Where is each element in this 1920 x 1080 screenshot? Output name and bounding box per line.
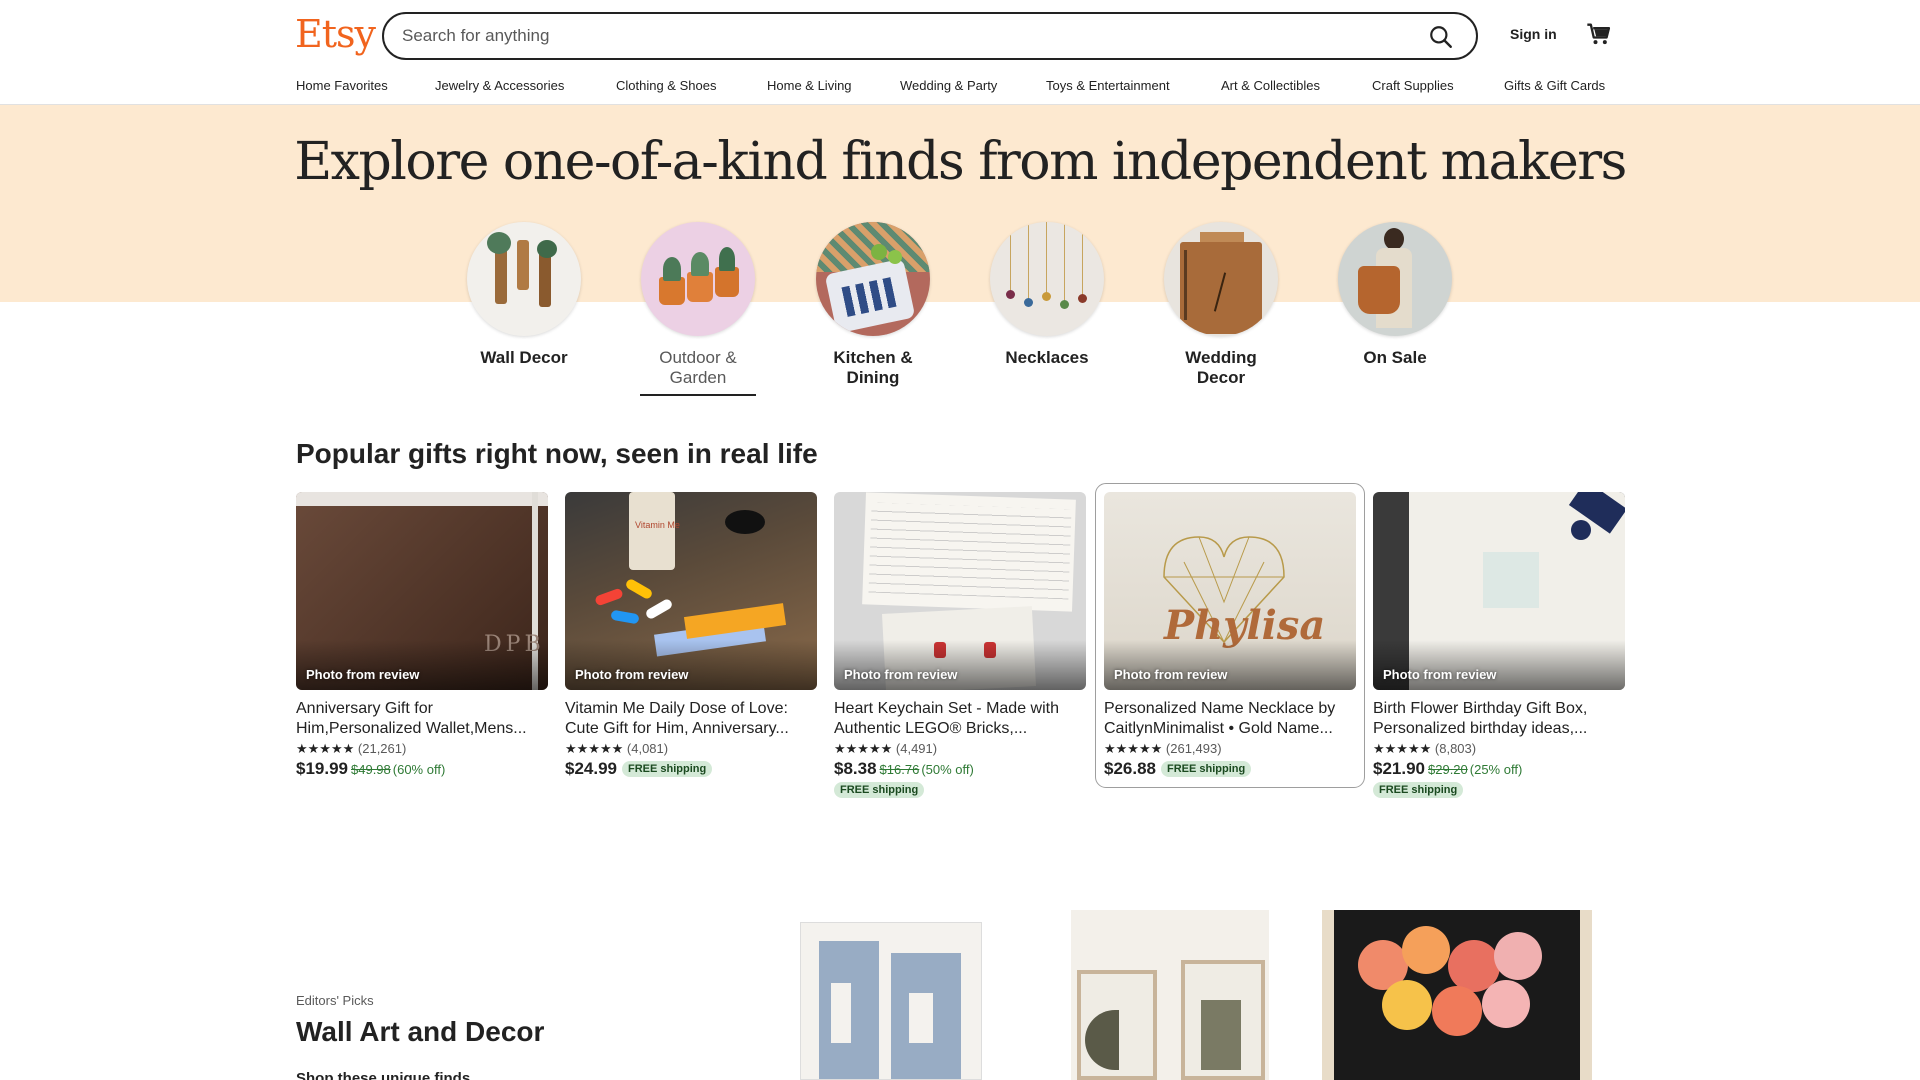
photo-badge: Photo from review: [1114, 667, 1228, 682]
category-outdoor-garden[interactable]: Outdoor & Garden: [640, 222, 756, 396]
review-count: (261,493): [1165, 741, 1222, 756]
original-price: $29.20: [1428, 762, 1468, 777]
photo-badge: Photo from review: [575, 667, 689, 682]
photo-badge: Photo from review: [306, 667, 420, 682]
category-label: Wall Decor: [480, 348, 568, 367]
active-underline: [640, 394, 756, 396]
category-label: Outdoor & Garden: [659, 348, 737, 387]
review-count: (4,081): [626, 741, 669, 756]
category-label: Wedding Decor: [1185, 348, 1257, 387]
nav-wedding-party[interactable]: Wedding & Party: [900, 78, 997, 93]
price-row: $8.38 $16.76 (50% off): [834, 759, 1086, 779]
editors-picks-label: Editors' Picks: [296, 993, 374, 1008]
review-count: (21,261): [357, 741, 407, 756]
nav-art-collectibles[interactable]: Art & Collectibles: [1221, 78, 1320, 93]
star-rating-icon: ★★★★★: [565, 741, 624, 756]
search-bar[interactable]: [382, 12, 1478, 60]
product-image[interactable]: Vitamin Me Photo from review: [565, 492, 817, 690]
product-card[interactable]: Vitamin Me Photo from review Vitamin Me …: [565, 492, 817, 779]
discount: (60% off): [392, 762, 446, 777]
product-card[interactable]: Photo from review Heart Keychain Set - M…: [834, 492, 1086, 798]
product-rating: ★★★★★ (4,491): [834, 741, 1086, 757]
product-rating: ★★★★★ (4,081): [565, 741, 817, 757]
site-header: Etsy Sign in: [0, 0, 1920, 70]
sign-in-link[interactable]: Sign in: [1510, 26, 1557, 42]
category-on-sale[interactable]: On Sale: [1337, 222, 1453, 368]
nav-gifts-gift-cards[interactable]: Gifts & Gift Cards: [1504, 78, 1605, 93]
discount: (50% off): [921, 762, 974, 777]
photo-badge: Photo from review: [844, 667, 958, 682]
product-title[interactable]: Vitamin Me Daily Dose of Love: Cute Gift…: [565, 699, 817, 739]
product-card[interactable]: DPB Photo from review Anniversary Gift f…: [296, 492, 548, 779]
wall-art-image[interactable]: [1071, 910, 1269, 1080]
category-label: Necklaces: [1005, 348, 1089, 367]
category-wall-decor[interactable]: Wall Decor: [466, 222, 582, 368]
nav-toys-entertainment[interactable]: Toys & Entertainment: [1046, 78, 1170, 93]
category-image: [990, 222, 1104, 336]
free-shipping-badge: FREE shipping: [1373, 782, 1464, 798]
original-price: $16.76: [879, 762, 920, 777]
nav-jewelry-accessories[interactable]: Jewelry & Accessories: [435, 78, 564, 93]
price-row: $24.99 FREE shipping: [565, 759, 817, 779]
price: $24.99: [565, 759, 617, 778]
category-nav: Home Favorites Jewelry & Accessories Clo…: [0, 70, 1920, 105]
nav-home-favorites[interactable]: Home Favorites: [296, 78, 388, 93]
review-count: (4,491): [895, 741, 938, 756]
category-image: [1338, 222, 1452, 336]
search-icon[interactable]: [1428, 24, 1454, 50]
price-row: $26.88 FREE shipping: [1104, 759, 1356, 779]
product-card[interactable]: Phylisa Photo from review Personalized N…: [1095, 483, 1365, 788]
product-image[interactable]: Photo from review: [834, 492, 1086, 690]
product-image[interactable]: Photo from review: [1373, 492, 1625, 690]
price-row: $19.99 $49.98 (60% off): [296, 759, 548, 779]
product-title[interactable]: Personalized Name Necklace by CaitlynMin…: [1104, 699, 1356, 739]
product-rating: ★★★★★ (21,261): [296, 741, 548, 757]
category-image: [641, 222, 755, 336]
review-count: (8,803): [1434, 741, 1477, 756]
product-title[interactable]: Heart Keychain Set - Made with Authentic…: [834, 699, 1086, 739]
photo-badge: Photo from review: [1383, 667, 1497, 682]
category-image: [816, 222, 930, 336]
wall-art-image[interactable]: [800, 922, 982, 1080]
editors-picks-subtitle[interactable]: Shop these unique finds: [296, 1070, 470, 1080]
product-rating: ★★★★★ (8,803): [1373, 741, 1625, 757]
price: $21.90: [1373, 759, 1425, 778]
free-shipping-badge: FREE shipping: [622, 761, 713, 777]
price: $26.88: [1104, 759, 1156, 778]
nav-craft-supplies[interactable]: Craft Supplies: [1372, 78, 1454, 93]
star-rating-icon: ★★★★★: [1104, 741, 1163, 756]
discount: (25% off): [1469, 762, 1523, 777]
category-image: [1164, 222, 1278, 336]
category-label: On Sale: [1363, 348, 1427, 367]
free-shipping-badge: FREE shipping: [834, 782, 925, 798]
star-rating-icon: ★★★★★: [1373, 741, 1432, 756]
search-input[interactable]: [402, 14, 1382, 58]
category-wedding-decor[interactable]: Wedding Decor: [1163, 222, 1279, 388]
popular-section-title: Popular gifts right now, seen in real li…: [296, 438, 818, 469]
category-necklaces[interactable]: Necklaces: [989, 222, 1105, 368]
category-image: [467, 222, 581, 336]
product-image[interactable]: DPB Photo from review: [296, 492, 548, 690]
star-rating-icon: ★★★★★: [296, 741, 355, 756]
hero-title: Explore one-of-a-kind finds from indepen…: [294, 132, 1627, 192]
product-rating: ★★★★★ (261,493): [1104, 741, 1356, 757]
editors-picks-title: Wall Art and Decor: [296, 1016, 545, 1047]
product-image[interactable]: Phylisa Photo from review: [1104, 492, 1356, 690]
nav-home-living[interactable]: Home & Living: [767, 78, 852, 93]
wall-art-image[interactable]: [1322, 910, 1592, 1080]
etsy-logo[interactable]: Etsy: [295, 12, 376, 56]
price: $19.99: [296, 759, 348, 778]
category-label: Kitchen & Dining: [833, 348, 913, 387]
product-title[interactable]: Anniversary Gift for Him,Personalized Wa…: [296, 699, 548, 739]
price: $8.38: [834, 759, 877, 778]
cart-icon[interactable]: [1585, 20, 1613, 48]
free-shipping-badge: FREE shipping: [1161, 761, 1252, 777]
nav-clothing-shoes[interactable]: Clothing & Shoes: [616, 78, 716, 93]
category-kitchen-dining[interactable]: Kitchen & Dining: [815, 222, 931, 388]
star-rating-icon: ★★★★★: [834, 741, 893, 756]
original-price: $49.98: [351, 762, 391, 777]
price-row: $21.90 $29.20 (25% off): [1373, 759, 1625, 779]
product-title[interactable]: Birth Flower Birthday Gift Box, Personal…: [1373, 699, 1625, 739]
product-card[interactable]: Photo from review Birth Flower Birthday …: [1373, 492, 1625, 798]
